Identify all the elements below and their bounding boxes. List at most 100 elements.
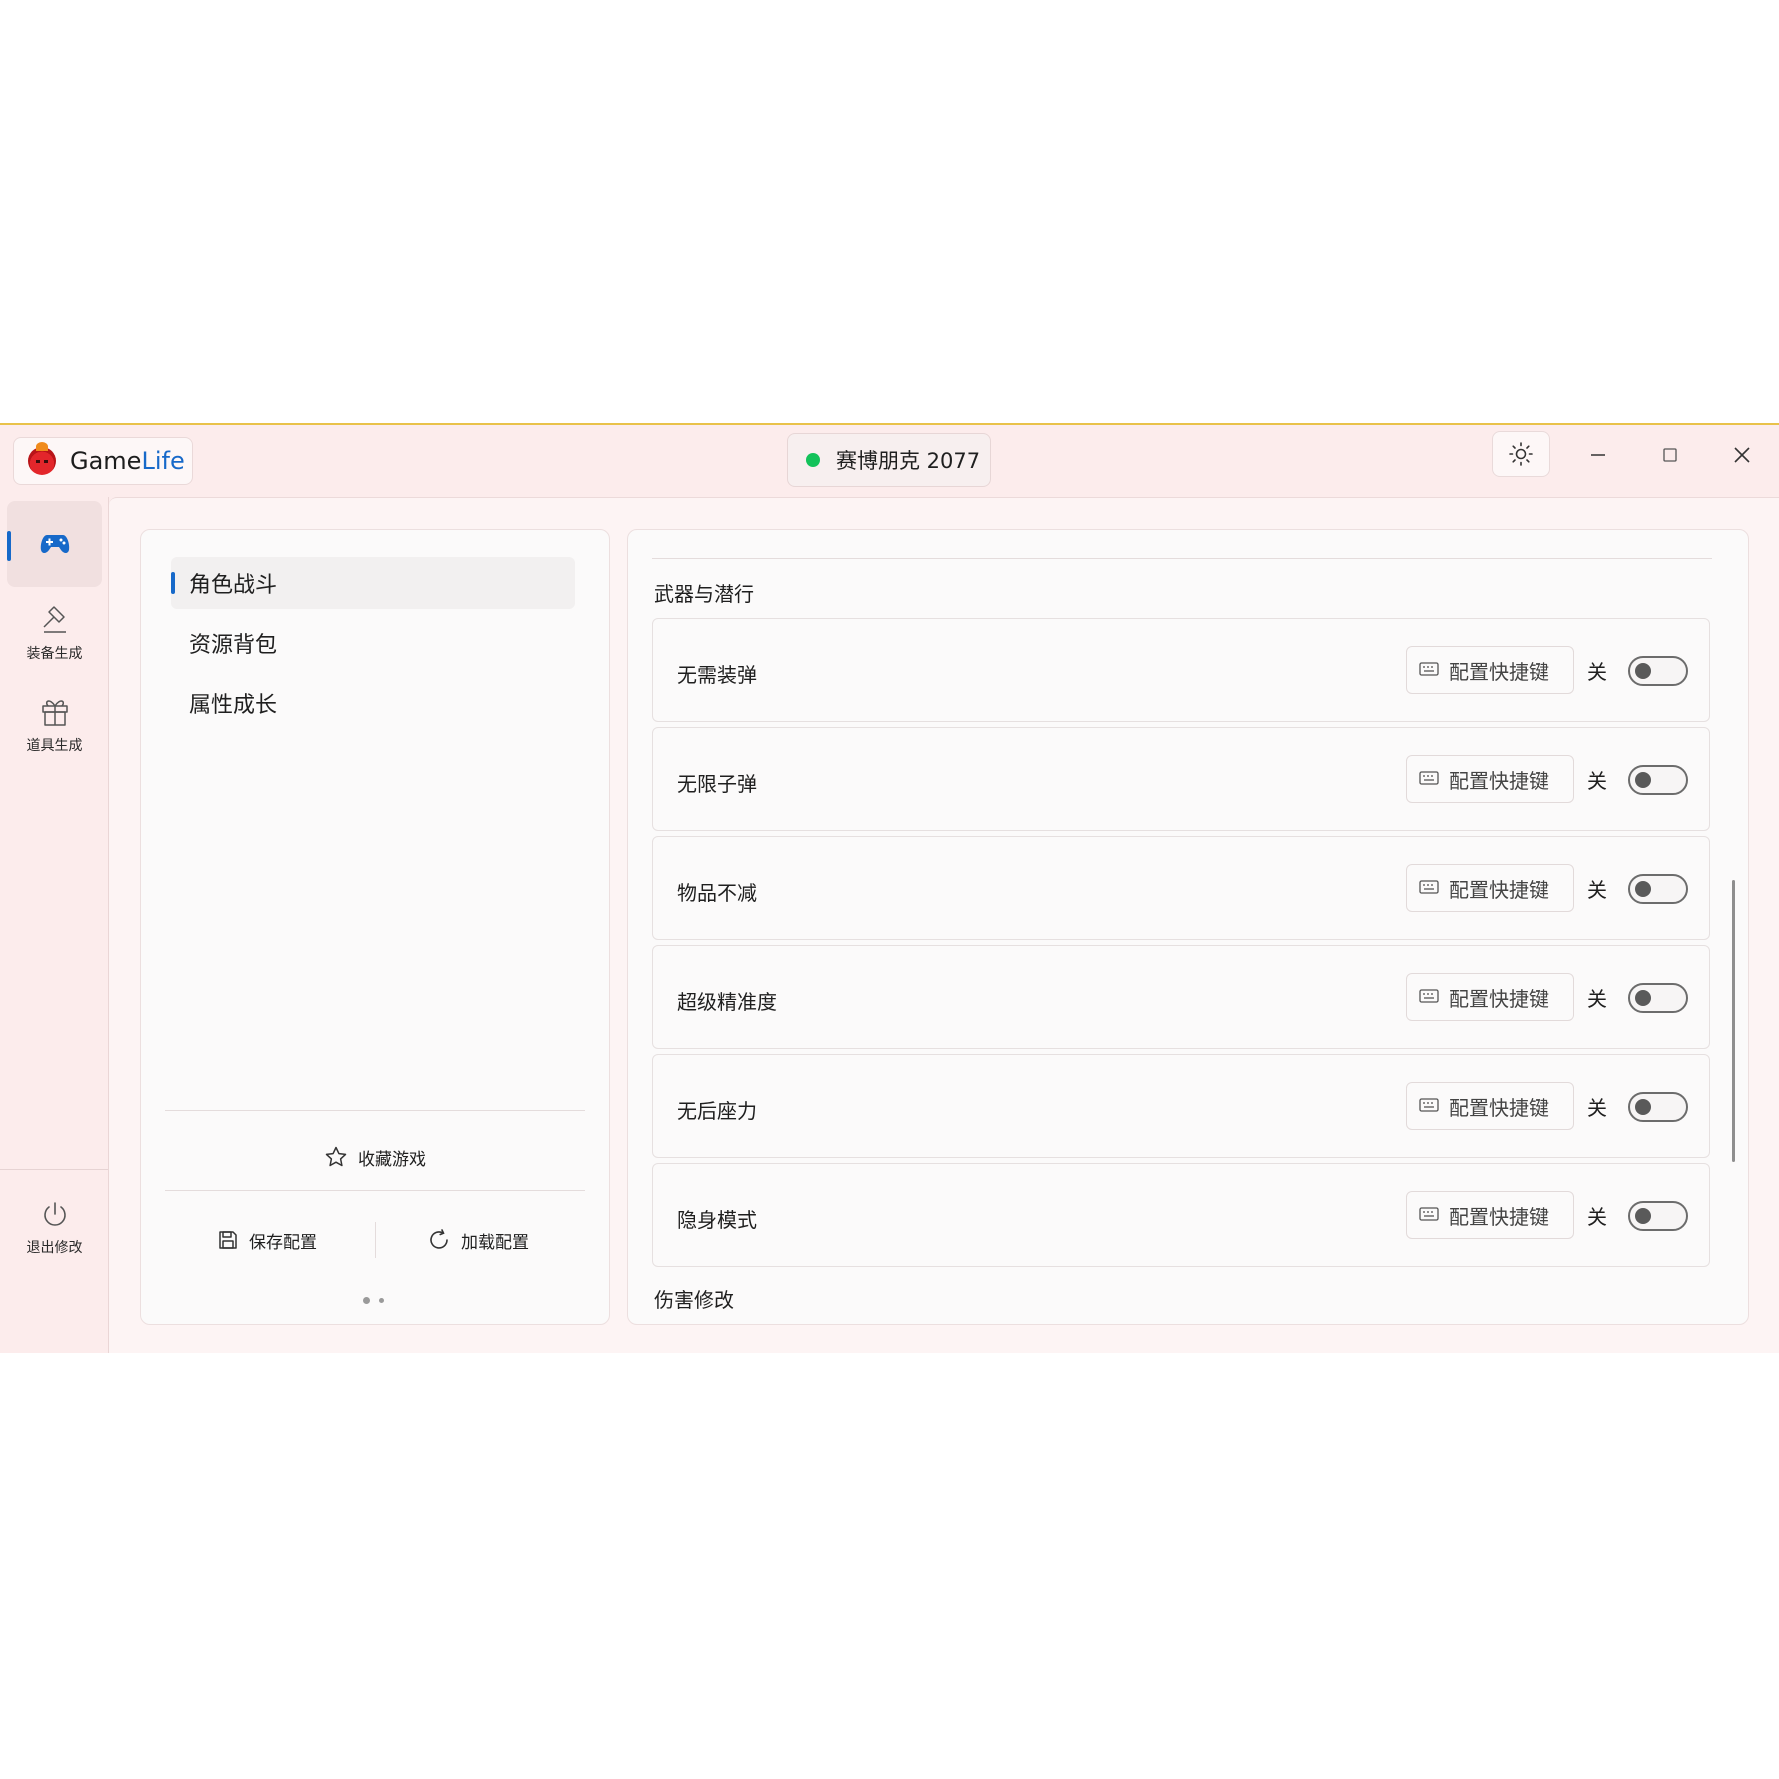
- panel-divider: [165, 1110, 585, 1111]
- app-logo-icon: [28, 442, 56, 475]
- category-panel: 角色战斗 资源背包 属性成长 收藏游戏 保存配置 加载配置: [140, 529, 610, 1325]
- toggle-knob: [1635, 990, 1651, 1006]
- maximize-button[interactable]: [1640, 435, 1700, 475]
- config-separator: [375, 1222, 376, 1258]
- page-dot-active[interactable]: [363, 1297, 370, 1304]
- configure-hotkey-label: 配置快捷键: [1449, 877, 1549, 902]
- page-dot[interactable]: [379, 1298, 384, 1303]
- keyboard-icon: [1419, 662, 1439, 676]
- cheat-toggle[interactable]: [1628, 1201, 1688, 1231]
- close-button[interactable]: [1712, 435, 1772, 475]
- refresh-icon: [430, 1229, 448, 1249]
- load-config-label: 加载配置: [461, 1232, 529, 1253]
- toggle-knob: [1635, 663, 1651, 679]
- scrollbar-thumb[interactable]: [1732, 880, 1735, 1162]
- save-config-label: 保存配置: [249, 1232, 317, 1253]
- toggle-knob: [1635, 772, 1651, 788]
- cheat-toggle[interactable]: [1628, 656, 1688, 686]
- section-divider: [652, 558, 1712, 559]
- cheat-label: 隐身模式: [677, 1208, 757, 1232]
- configure-hotkey-button[interactable]: 配置快捷键: [1406, 1191, 1574, 1239]
- gamepad-icon: [40, 535, 69, 553]
- app-name-game: Game: [70, 447, 142, 475]
- toggle-state-label: 关: [1587, 769, 1607, 793]
- favorite-game-button[interactable]: 收藏游戏: [141, 1133, 609, 1181]
- cheat-toggle[interactable]: [1628, 1092, 1688, 1122]
- configure-hotkey-button[interactable]: 配置快捷键: [1406, 646, 1574, 694]
- configure-hotkey-button[interactable]: 配置快捷键: [1406, 973, 1574, 1021]
- hammer-icon: [42, 606, 66, 633]
- rail-active-indicator: [7, 531, 11, 561]
- content-area: 角色战斗 资源背包 属性成长 收藏游戏 保存配置 加载配置 武器与潜行 无需装弹…: [109, 497, 1779, 1353]
- cheat-label: 无限子弹: [677, 772, 757, 796]
- power-icon: [43, 1202, 66, 1226]
- category-active-indicator: [171, 572, 175, 594]
- nav-rail: 装备生成 道具生成 退出修改: [0, 497, 109, 1353]
- rail-divider: [0, 1169, 108, 1170]
- current-game-chip[interactable]: 赛博朋克 2077: [787, 433, 991, 487]
- rail-item-label: 道具生成: [26, 738, 83, 754]
- rail-item-game-cheats[interactable]: [7, 501, 102, 587]
- section-title: 伤害修改: [654, 1288, 734, 1312]
- cheat-toggle[interactable]: [1628, 983, 1688, 1013]
- theme-toggle-button[interactable]: [1492, 431, 1550, 477]
- category-label: 资源背包: [189, 633, 278, 658]
- minimize-button[interactable]: [1568, 435, 1628, 475]
- category-label: 属性成长: [189, 693, 278, 718]
- configure-hotkey-label: 配置快捷键: [1449, 768, 1549, 793]
- toggle-state-label: 关: [1587, 1096, 1607, 1120]
- category-item-growth[interactable]: 属性成长: [171, 677, 575, 729]
- cheat-label: 无需装弹: [677, 663, 757, 687]
- category-item-inventory[interactable]: 资源背包: [171, 617, 575, 669]
- load-config-button[interactable]: 加载配置: [427, 1216, 529, 1264]
- configure-hotkey-button[interactable]: 配置快捷键: [1406, 755, 1574, 803]
- configure-hotkey-label: 配置快捷键: [1449, 659, 1549, 684]
- exit-modify-label: 退出修改: [26, 1240, 83, 1256]
- star-icon: [325, 1146, 347, 1167]
- cheat-label: 超级精准度: [677, 990, 777, 1014]
- app-window: GameLife 赛博朋克 2077 装备生成 道具生成 退出修改 角色战斗 资…: [0, 423, 1779, 1353]
- page-indicator[interactable]: [363, 1297, 384, 1304]
- minimize-icon: [1591, 454, 1605, 456]
- cheat-row: 无限子弹 配置快捷键 关: [652, 727, 1710, 831]
- keyboard-icon: [1419, 1098, 1439, 1112]
- keyboard-icon: [1419, 880, 1439, 894]
- cheat-toggle[interactable]: [1628, 765, 1688, 795]
- cheat-row: 物品不减 配置快捷键 关: [652, 836, 1710, 940]
- save-icon: [219, 1231, 237, 1249]
- section-title: 武器与潜行: [654, 582, 754, 606]
- cheat-list-panel: 武器与潜行 无需装弹 配置快捷键 关 无限子弹 配置快捷键 关 物品不减 配置快…: [627, 529, 1749, 1325]
- toggle-knob: [1635, 881, 1651, 897]
- toggle-state-label: 关: [1587, 987, 1607, 1011]
- keyboard-icon: [1419, 989, 1439, 1003]
- rail-item-label: 装备生成: [26, 646, 83, 662]
- rail-item-items[interactable]: 道具生成: [7, 682, 102, 768]
- cheat-row: 无需装弹 配置快捷键 关: [652, 618, 1710, 722]
- close-icon: [1734, 447, 1750, 463]
- app-name: GameLife: [70, 447, 185, 475]
- keyboard-icon: [1419, 1207, 1439, 1221]
- toggle-knob: [1635, 1208, 1651, 1224]
- rail-item-equipment[interactable]: 装备生成: [7, 590, 102, 676]
- save-config-button[interactable]: 保存配置: [217, 1216, 317, 1264]
- category-item-combat[interactable]: 角色战斗: [171, 557, 575, 609]
- toggle-state-label: 关: [1587, 660, 1607, 684]
- cheat-label: 无后座力: [677, 1099, 757, 1123]
- section-divider: [652, 1324, 1712, 1325]
- cheat-row: 隐身模式 配置快捷键 关: [652, 1163, 1710, 1267]
- app-name-life: Life: [141, 447, 185, 475]
- configure-hotkey-label: 配置快捷键: [1449, 1095, 1549, 1120]
- configure-hotkey-button[interactable]: 配置快捷键: [1406, 1082, 1574, 1130]
- toggle-state-label: 关: [1587, 1205, 1607, 1229]
- cheat-toggle[interactable]: [1628, 874, 1688, 904]
- configure-hotkey-button[interactable]: 配置快捷键: [1406, 864, 1574, 912]
- panel-divider: [165, 1190, 585, 1191]
- configure-hotkey-label: 配置快捷键: [1449, 986, 1549, 1011]
- toggle-knob: [1635, 1099, 1651, 1115]
- category-label: 角色战斗: [189, 573, 278, 598]
- cheat-row: 超级精准度 配置快捷键 关: [652, 945, 1710, 1049]
- keyboard-icon: [1419, 771, 1439, 785]
- exit-modify-button[interactable]: 退出修改: [7, 1185, 102, 1271]
- cheat-row: 无后座力 配置快捷键 关: [652, 1054, 1710, 1158]
- favorite-game-label: 收藏游戏: [358, 1149, 426, 1170]
